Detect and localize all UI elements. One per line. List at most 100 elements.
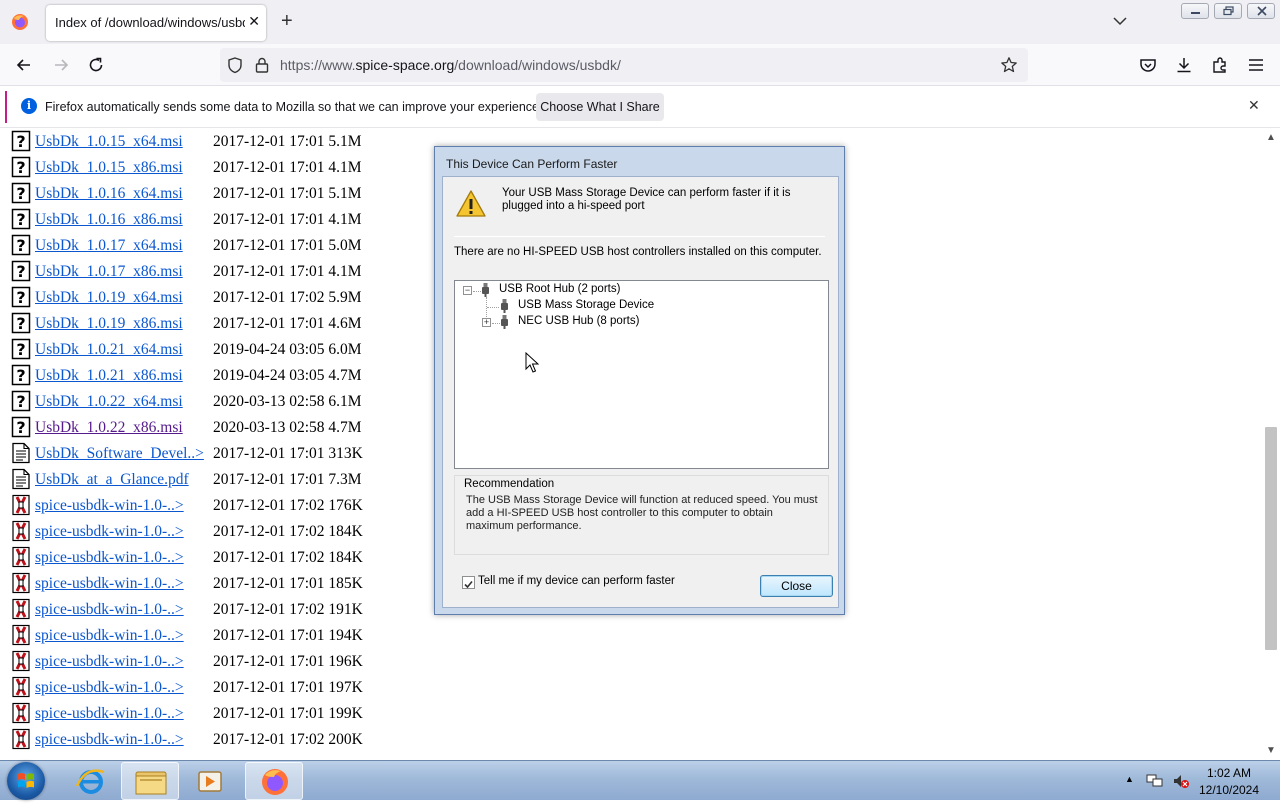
file-link[interactable]: spice-usbdk-win-1.0-..>	[35, 679, 184, 697]
padlock-icon[interactable]	[254, 56, 270, 74]
mouse-cursor-icon	[525, 352, 539, 373]
file-link[interactable]: UsbDk_1.0.17_x64.msi	[35, 237, 183, 255]
notification-close-icon[interactable]: ✕	[1248, 97, 1260, 114]
unknown-file-icon: ?	[11, 130, 31, 152]
file-link[interactable]: spice-usbdk-win-1.0-..>	[35, 653, 184, 671]
tab-active[interactable]: Index of /download/windows/usbdk ✕	[46, 5, 266, 41]
page-scrollbar[interactable]: ▲ ▼	[1262, 130, 1280, 760]
bookmark-star-icon[interactable]	[1000, 56, 1018, 74]
file-link[interactable]: UsbDk_1.0.22_x64.msi	[35, 393, 183, 411]
tree-node-mass-storage[interactable]: USB Mass Storage Device	[518, 299, 654, 311]
list-item: ? UsbDk_1.0.16_x64.msi 2017-12-01 17:01 5.…	[0, 182, 420, 208]
file-link[interactable]: UsbDk_1.0.16_x86.msi	[35, 211, 183, 229]
list-item: spice-usbdk-win-1.0-..> 2017-12-01 17:01 …	[0, 624, 420, 650]
file-link[interactable]: spice-usbdk-win-1.0-..>	[35, 627, 184, 645]
file-date: 2017-12-01 17:02	[213, 549, 325, 566]
file-link[interactable]: spice-usbdk-win-1.0-..>	[35, 601, 184, 619]
file-link[interactable]: UsbDk_1.0.21_x64.msi	[35, 341, 183, 359]
tracking-protection-shield-icon[interactable]	[226, 56, 244, 74]
show-hidden-icons-arrow[interactable]: ▲	[1125, 774, 1134, 784]
file-link[interactable]: UsbDk_1.0.22_x86.msi	[35, 419, 183, 437]
file-link[interactable]: spice-usbdk-win-1.0-..>	[35, 705, 184, 723]
notification-accent-bar	[5, 91, 7, 123]
file-link[interactable]: UsbDk_1.0.15_x86.msi	[35, 159, 183, 177]
file-link[interactable]: UsbDk_1.0.16_x64.msi	[35, 185, 183, 203]
usb-device-tree[interactable]: − USB Root Hub (2 ports) USB Mass Storag…	[454, 280, 829, 469]
collapse-root-icon[interactable]: −	[463, 286, 472, 295]
firefox-logo-icon[interactable]	[10, 12, 30, 32]
file-size: 184K	[328, 523, 363, 540]
svg-text:?: ?	[16, 210, 25, 229]
clock-time[interactable]: 1:02 AM	[1200, 766, 1258, 780]
file-link[interactable]: spice-usbdk-win-1.0-..>	[35, 549, 184, 567]
window-restore-button[interactable]	[1214, 3, 1242, 19]
file-link[interactable]: spice-usbdk-win-1.0-..>	[35, 575, 184, 593]
scroll-up-icon[interactable]: ▲	[1266, 132, 1276, 143]
unknown-file-icon: ?	[11, 260, 31, 282]
tree-connector	[487, 307, 499, 308]
list-item: ? UsbDk_1.0.21_x64.msi 2019-04-24 03:05 6.…	[0, 338, 420, 364]
tree-node-nec-hub[interactable]: NEC USB Hub (8 ports)	[518, 315, 639, 327]
taskbar-file-explorer[interactable]	[121, 762, 179, 800]
file-link[interactable]: UsbDk_at_a_Glance.pdf	[35, 471, 189, 489]
file-date: 2017-12-01 17:02	[213, 497, 325, 514]
windows-logo-icon	[18, 773, 34, 788]
unknown-file-icon: ?	[11, 156, 31, 178]
tree-node-root-hub[interactable]: USB Root Hub (2 ports)	[499, 283, 620, 295]
back-icon[interactable]	[14, 55, 34, 75]
file-link[interactable]: UsbDk_1.0.17_x86.msi	[35, 263, 183, 281]
file-size: 199K	[328, 705, 363, 722]
extensions-icon[interactable]	[1210, 55, 1230, 75]
file-date: 2017-12-01 17:02	[213, 731, 325, 748]
list-all-tabs-icon[interactable]	[1112, 13, 1128, 29]
taskbar-internet-explorer[interactable]	[62, 762, 120, 800]
unknown-file-icon: ?	[11, 364, 31, 386]
clock-date[interactable]: 12/10/2024	[1197, 783, 1261, 797]
window-close-button[interactable]	[1247, 3, 1275, 19]
file-link[interactable]: spice-usbdk-win-1.0-..>	[35, 523, 184, 541]
choose-what-i-share-button[interactable]: Choose What I Share	[536, 93, 664, 121]
file-size: 196K	[328, 653, 363, 670]
url-bar[interactable]: https://www.spice-space.org/download/win…	[220, 48, 1028, 82]
file-link[interactable]: UsbDk_Software_Devel..>	[35, 445, 204, 463]
reload-icon[interactable]	[86, 55, 106, 75]
file-meta: 2017-12-01 17:01 4.6M	[213, 315, 362, 333]
file-link[interactable]: spice-usbdk-win-1.0-..>	[35, 731, 184, 749]
volume-muted-icon[interactable]	[1172, 772, 1190, 790]
scroll-down-icon[interactable]: ▼	[1266, 745, 1276, 756]
file-date: 2017-12-01 17:02	[213, 289, 325, 306]
tab-bar: Index of /download/windows/usbdk ✕ +	[0, 0, 1280, 44]
taskbar-firefox[interactable]	[245, 762, 303, 800]
url-host: spice-space.org	[355, 57, 455, 73]
file-date: 2017-12-01 17:01	[213, 705, 325, 722]
forward-icon[interactable]	[51, 55, 71, 75]
file-link[interactable]: UsbDk_1.0.15_x64.msi	[35, 133, 183, 151]
taskbar-media-player[interactable]	[180, 762, 238, 800]
file-size: 194K	[328, 627, 363, 644]
file-link[interactable]: UsbDk_1.0.19_x86.msi	[35, 315, 183, 333]
file-link[interactable]: spice-usbdk-win-1.0-..>	[35, 497, 184, 515]
new-tab-icon[interactable]: +	[281, 10, 293, 32]
url-path: /download/windows/usbdk/	[454, 57, 621, 73]
notify-checkbox-label[interactable]: Tell me if my device can perform faster	[478, 575, 675, 587]
list-item: ? UsbDk_1.0.17_x86.msi 2017-12-01 17:01 4.…	[0, 260, 420, 286]
menu-hamburger-icon[interactable]	[1246, 55, 1266, 75]
tab-close-icon[interactable]: ✕	[248, 13, 260, 30]
close-button[interactable]: Close	[760, 575, 833, 597]
downloads-icon[interactable]	[1174, 55, 1194, 75]
start-button[interactable]	[7, 762, 45, 800]
network-icon[interactable]	[1146, 773, 1164, 789]
expand-nec-hub-icon[interactable]: +	[482, 318, 491, 327]
list-item: ? UsbDk_1.0.15_x86.msi 2017-12-01 17:01 4.…	[0, 156, 420, 182]
notify-checkbox[interactable]	[462, 576, 475, 589]
file-size: 176K	[328, 497, 363, 514]
window-minimize-button[interactable]	[1181, 3, 1209, 19]
scroll-thumb[interactable]	[1265, 427, 1277, 650]
file-link[interactable]: UsbDk_1.0.19_x64.msi	[35, 289, 183, 307]
pocket-icon[interactable]	[1138, 55, 1158, 75]
file-link[interactable]: UsbDk_1.0.21_x86.msi	[35, 367, 183, 385]
url-text[interactable]: https://www.spice-space.org/download/win…	[280, 57, 621, 73]
file-date: 2017-12-01 17:01	[213, 185, 325, 202]
file-meta: 2017-12-01 17:02 184K	[213, 549, 363, 567]
file-date: 2019-04-24 03:05	[213, 367, 325, 384]
